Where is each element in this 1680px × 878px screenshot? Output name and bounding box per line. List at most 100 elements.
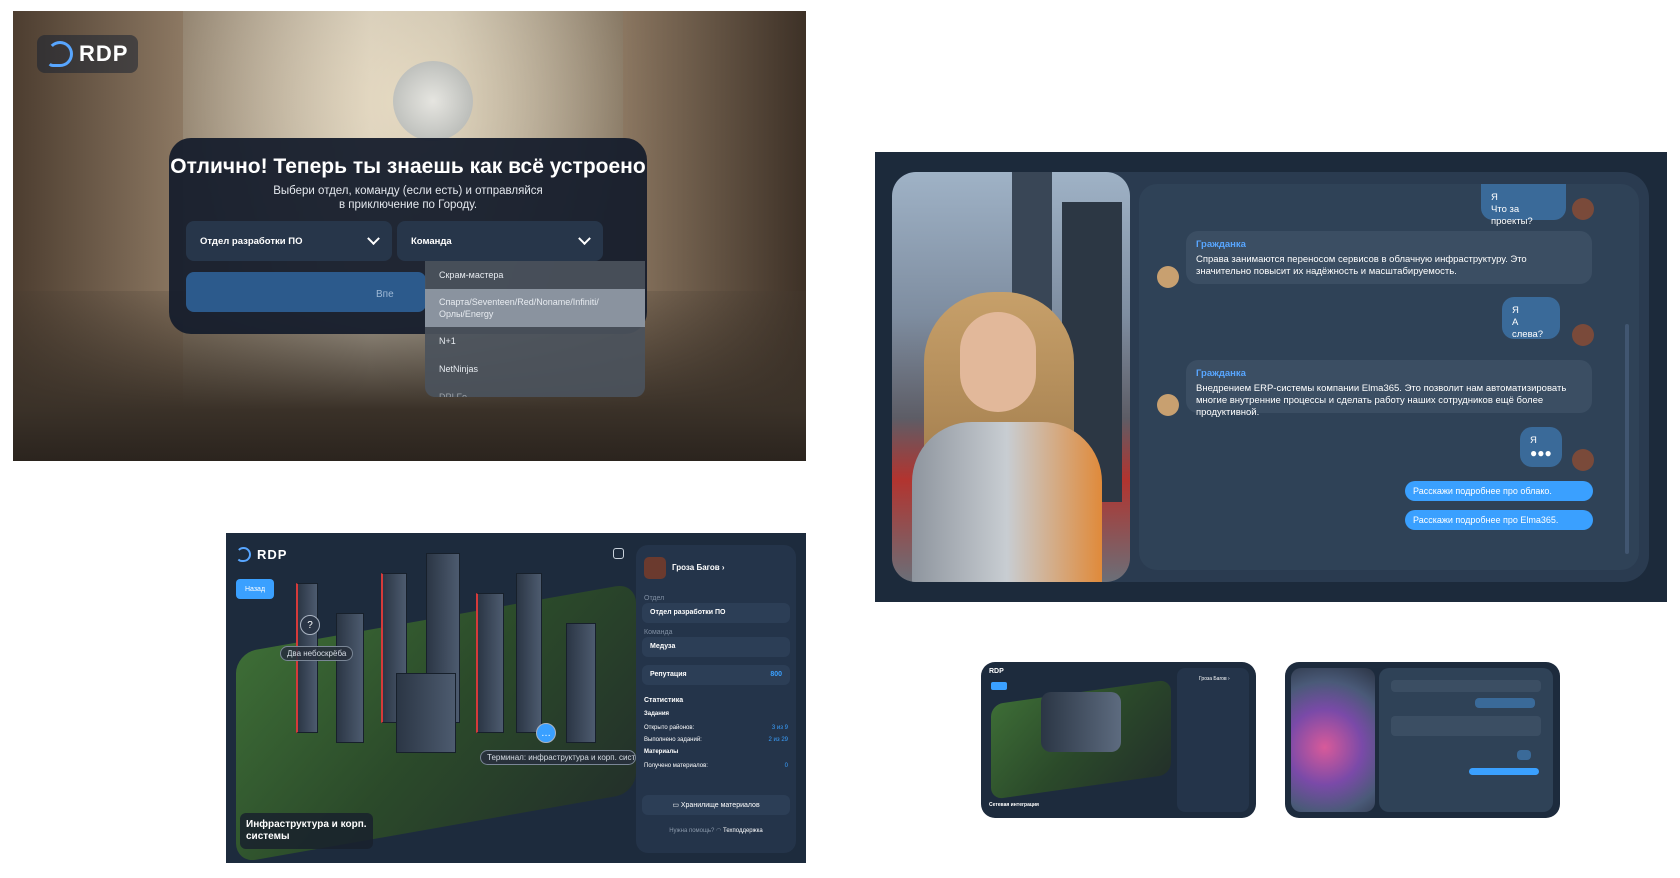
chevron-down-icon xyxy=(578,231,591,245)
profile-sidebar: Гроза Багов › Отдел Отдел разработки ПО … xyxy=(636,545,796,853)
building[interactable] xyxy=(516,573,542,733)
team-option[interactable]: NetNinjas xyxy=(425,355,645,383)
back-button-label: Назад xyxy=(244,585,266,593)
typing-indicator: Я ●●● xyxy=(1520,427,1562,467)
message-author: Гражданка xyxy=(1196,368,1246,379)
thumb-message xyxy=(1391,680,1541,692)
district-caption: Инфраструктура и корп. системы xyxy=(240,813,373,849)
subtitle-line-2: в приключение по Городу. xyxy=(338,199,478,211)
reputation-row: Репутация 800 xyxy=(642,665,790,685)
team-option-selected[interactable]: Спарта/Seventeen/Red/Noname/Infiniti/ Ор… xyxy=(425,289,645,327)
building[interactable] xyxy=(476,593,504,733)
storage-icon: ▭ xyxy=(672,802,681,809)
thumb-typing xyxy=(1517,750,1531,760)
caption-line-1: Инфраструктура и корп. xyxy=(246,819,367,830)
profile-name-link[interactable]: Гроза Багов › xyxy=(672,563,788,572)
headset-icon: ◠ xyxy=(716,828,723,834)
rdp-logo: RDP xyxy=(37,35,139,73)
department-label: Отдел xyxy=(644,595,665,602)
districts-value: 3 из 9 xyxy=(771,725,788,731)
tasks-done-value: 2 из 29 xyxy=(768,737,788,743)
chat-panel: Я Что за проекты? Гражданка Справа заним… xyxy=(1139,184,1639,570)
thumb-message xyxy=(1475,698,1535,708)
thumb-caption: Сетевая интеграция xyxy=(989,802,1039,808)
thumb-logo: RDP xyxy=(989,668,1004,675)
thumb-character-portrait xyxy=(1291,668,1375,812)
tasks-done-label: Выполнено заданий: xyxy=(644,737,702,743)
team-option[interactable]: N+1 xyxy=(425,327,645,355)
building[interactable] xyxy=(566,623,596,743)
stats-title: Статистика xyxy=(644,697,684,704)
materials-label: Получено материалов: xyxy=(644,763,708,769)
thumbnail-city-map[interactable]: RDP Сетевая интеграция Гроза Багов › xyxy=(981,662,1256,818)
message-bubble-me: Я А слева? xyxy=(1502,297,1560,340)
message-author: Гражданка xyxy=(1196,239,1246,250)
team-option[interactable]: Скрам-мастера xyxy=(425,261,645,289)
team-label: Команда xyxy=(644,629,673,636)
user-avatar xyxy=(1572,198,1594,220)
thumb-chat-panel xyxy=(1379,668,1553,812)
message-text: А слева? xyxy=(1512,317,1544,340)
districts-label: Открыто районов: xyxy=(644,725,695,731)
chat-bubble-icon[interactable]: … xyxy=(536,723,556,743)
go-button[interactable]: Впе xyxy=(186,272,426,312)
quick-reply-elma-button[interactable]: Расскажи подробнее про Elma365. xyxy=(1405,510,1593,530)
message-author: Я xyxy=(1491,192,1498,203)
thumb-quick-reply xyxy=(1469,768,1539,775)
chat-container: Я Что за проекты? Гражданка Справа заним… xyxy=(892,172,1649,582)
support-link[interactable]: Техподдержка xyxy=(723,828,763,834)
npc-avatar xyxy=(1157,394,1179,416)
team-dropdown: Скрам-мастера Спарта/Seventeen/Red/Nonam… xyxy=(425,261,645,397)
user-avatar xyxy=(1572,449,1594,471)
question-icon[interactable]: ? xyxy=(300,615,320,635)
user-avatar xyxy=(1572,324,1594,346)
logo-text: RDP xyxy=(257,547,288,562)
department-select[interactable]: Отдел разработки ПО xyxy=(186,221,392,261)
thumb-profile-name: Гроза Багов › xyxy=(1199,676,1230,682)
quick-reply-label: Расскажи подробнее про Elma365. xyxy=(1413,515,1559,525)
avatar xyxy=(644,557,666,579)
materials-value: 0 xyxy=(784,763,788,769)
thumbnail-chat[interactable] xyxy=(1285,662,1560,818)
character-jacket xyxy=(912,422,1102,582)
help-text: Нужна помощь? xyxy=(669,828,715,834)
team-option[interactable]: DPI Fo... xyxy=(425,383,645,397)
npc-avatar xyxy=(1157,266,1179,288)
caption-line-2: системы xyxy=(246,831,290,842)
storage-button[interactable]: ▭ Хранилище материалов xyxy=(642,795,790,815)
map-tag-skyscrapers[interactable]: Два небоскрёба xyxy=(280,646,354,661)
reputation-label: Репутация xyxy=(650,671,687,678)
message-text: Что за проекты? xyxy=(1491,204,1533,227)
department-select-value: Отдел разработки ПО xyxy=(200,235,303,247)
logo-text: RDP xyxy=(79,41,129,66)
chat-screen: Я Что за проекты? Гражданка Справа заним… xyxy=(875,152,1667,602)
building[interactable] xyxy=(396,673,456,753)
team-select[interactable]: Команда xyxy=(397,221,603,261)
tasks-title: Задания xyxy=(644,711,670,717)
thumb-sidebar: Гроза Багов › xyxy=(1177,668,1249,812)
reputation-value: 800 xyxy=(770,671,782,678)
back-button[interactable]: Назад xyxy=(236,579,274,599)
page-subtitle: Выбери отдел, команду (если есть) и отпр… xyxy=(169,184,647,212)
rdp-logo: RDP xyxy=(236,547,287,562)
quick-reply-cloud-button[interactable]: Расскажи подробнее про облако. xyxy=(1405,481,1593,501)
team-value: Медуза xyxy=(642,637,790,657)
message-text: Внедрением ERP-системы компании Elma365.… xyxy=(1196,383,1567,418)
tasks-done-row: Выполнено заданий: 2 из 29 xyxy=(644,737,788,743)
city-map-screen: RDP Назад ? Два небоскрёба … Терминал: и… xyxy=(226,533,806,863)
help-row: Нужна помощь? ◠ Техподдержка xyxy=(644,827,788,834)
info-icon[interactable] xyxy=(613,548,624,559)
onboarding-screen: RDP Отлично! Теперь ты знаешь как всё ус… xyxy=(13,11,806,461)
character-face xyxy=(960,312,1036,412)
subtitle-line-1: Выбери отдел, команду (если есть) и отпр… xyxy=(273,185,543,197)
chat-scrollbar[interactable] xyxy=(1625,324,1629,554)
message-bubble-me: Я Что за проекты? xyxy=(1481,184,1566,227)
page-title: Отлично! Теперь ты знаешь как всё устрое… xyxy=(170,155,646,178)
map-tag-terminal[interactable]: Терминал: инфраструктура и корп. систе xyxy=(480,750,636,765)
building[interactable] xyxy=(336,613,364,743)
dome xyxy=(393,61,473,141)
thumb-back-button xyxy=(991,682,1007,690)
character-portrait xyxy=(892,172,1130,582)
team-select-value: Команда xyxy=(411,235,452,247)
message-bubble-npc: Гражданка Справа занимаются переносом се… xyxy=(1186,231,1592,284)
